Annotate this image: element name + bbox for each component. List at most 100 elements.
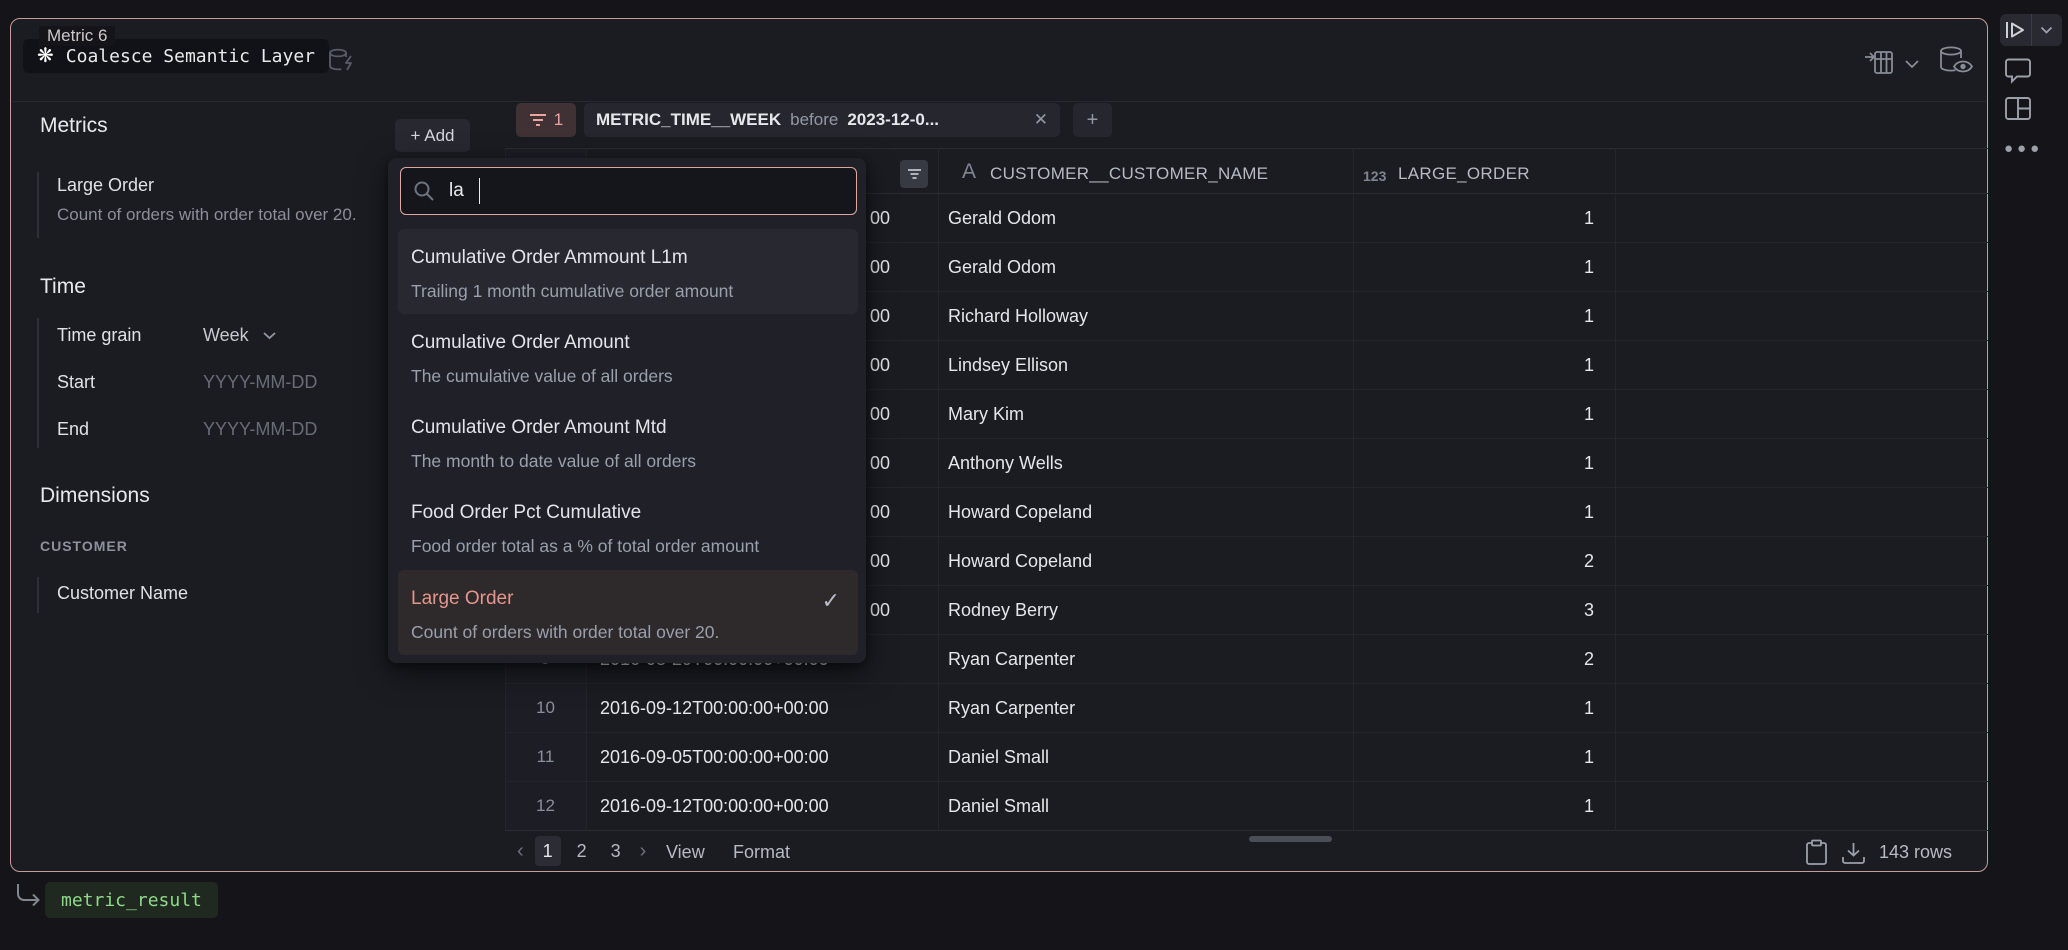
cell-title[interactable]: Metric 6 xyxy=(39,26,115,46)
cell-customer-name: Lindsey Ellison xyxy=(948,341,1068,389)
start-date-input[interactable]: YYYY-MM-DD xyxy=(203,372,317,393)
page-numbers: 123 xyxy=(535,836,629,866)
cell-large-order: 1 xyxy=(1353,390,1594,438)
filter-count-badge[interactable]: 1 xyxy=(516,103,576,137)
time-section-title: Time xyxy=(40,275,86,299)
cell-large-order: 1 xyxy=(1353,243,1594,291)
dropdown-item-title: Cumulative Order Amount xyxy=(411,332,630,354)
dropdown-item-title: Large Order xyxy=(411,588,513,610)
dropdown-item-title: Cumulative Order Ammount L1m xyxy=(411,247,688,269)
row-count: 143 rows xyxy=(1879,842,1952,863)
row-number: 12 xyxy=(505,782,586,830)
view-tab[interactable]: View xyxy=(666,842,705,863)
filter-count: 1 xyxy=(554,110,563,130)
dropdown-item-4[interactable]: Food Order Pct Cumulative Food order tota… xyxy=(398,484,858,569)
cell-large-order: 2 xyxy=(1353,537,1594,585)
data-preview-icon[interactable] xyxy=(1937,45,1975,77)
start-date-label: Start xyxy=(57,372,95,393)
row-number: 10 xyxy=(505,684,586,732)
cell-customer-name: Daniel Small xyxy=(948,782,1049,830)
run-options-chevron-icon[interactable] xyxy=(2032,14,2063,46)
layout-panes-icon[interactable] xyxy=(2004,96,2032,121)
output-table-icon[interactable] xyxy=(1863,49,1895,77)
table-row[interactable]: 12 2016-09-12T00:00:00+00:00 Daniel Small 1 xyxy=(505,782,1988,831)
metric-item-subtitle: Count of orders with order total over 20… xyxy=(57,205,357,225)
dimension-item-customer-name[interactable]: Customer Name xyxy=(57,583,188,604)
more-options-icon[interactable]: ●●● xyxy=(2004,140,2043,157)
table-header-top-border xyxy=(505,148,1988,149)
dropdown-item-3[interactable]: Cumulative Order Amount MtdThe month to … xyxy=(398,399,858,484)
cell-large-order: 1 xyxy=(1353,341,1594,389)
output-variable: metric_result xyxy=(61,890,202,911)
cell-customer-name: Ryan Carpenter xyxy=(948,684,1075,732)
column-header-customer-name[interactable]: CUSTOMER__CUSTOMER_NAME xyxy=(990,164,1268,184)
column-header-large-order[interactable]: LARGE_ORDER xyxy=(1398,164,1530,184)
selected-check-icon: ✓ xyxy=(822,588,840,614)
output-chevron-down-icon[interactable] xyxy=(1904,59,1920,69)
cell-large-order: 1 xyxy=(1353,292,1594,340)
run-cell-button[interactable] xyxy=(2000,14,2062,46)
cell-large-order: 1 xyxy=(1353,733,1594,781)
cell-large-order: 3 xyxy=(1353,586,1594,634)
cell-customer-name: Gerald Odom xyxy=(948,243,1056,291)
metrics-section-title: Metrics xyxy=(40,114,108,138)
time-grain-chevron-icon[interactable] xyxy=(262,331,277,340)
dropdown-item-2[interactable]: Cumulative Order AmountThe cumulative va… xyxy=(398,314,858,399)
cell-customer-name: Richard Holloway xyxy=(948,292,1088,340)
filter-icon xyxy=(529,113,547,127)
time-grain-value[interactable]: Week xyxy=(203,325,249,346)
metric-item-rule xyxy=(37,172,39,238)
cell-metric-time-week: 2016-09-12T00:00:00+00:00 xyxy=(600,782,890,830)
filter-icon xyxy=(907,168,922,180)
cell-metric-time-week: 2016-09-05T00:00:00+00:00 xyxy=(600,733,890,781)
page-prev-icon[interactable]: ‹ xyxy=(514,840,527,863)
dropdown-item-5[interactable]: Large Order Count of orders with order to… xyxy=(398,570,858,655)
text-caret xyxy=(479,178,481,204)
format-tab[interactable]: Format xyxy=(733,842,790,863)
page-number-1[interactable]: 1 xyxy=(535,836,561,866)
table-footer-divider xyxy=(505,830,1988,831)
page-number-3[interactable]: 3 xyxy=(603,836,629,866)
comment-icon[interactable] xyxy=(2004,58,2032,84)
search-input[interactable]: la xyxy=(400,167,857,215)
download-icon[interactable] xyxy=(1841,841,1866,865)
time-grain-label: Time grain xyxy=(57,325,141,346)
table-row[interactable]: 102016-09-12T00:00:00+00:00Ryan Carpente… xyxy=(505,684,1988,733)
filter-operator: before xyxy=(790,110,838,130)
filter-close-icon[interactable]: ✕ xyxy=(1034,110,1048,130)
text-type-icon: A xyxy=(962,160,976,184)
cell-large-order: 1 xyxy=(1353,488,1594,536)
page-number-2[interactable]: 2 xyxy=(569,836,595,866)
dimension-group-label: CUSTOMER xyxy=(40,538,128,554)
search-query: la xyxy=(449,180,464,202)
cell-customer-name: Howard Copeland xyxy=(948,488,1092,536)
cell-large-order: 1 xyxy=(1353,684,1594,732)
dropdown-item-title: Food Order Pct Cumulative xyxy=(411,502,641,524)
dropdown-item-title: Cumulative Order Amount Mtd xyxy=(411,417,667,439)
cell-large-order: 1 xyxy=(1353,782,1594,830)
copy-table-icon[interactable] xyxy=(1805,839,1828,866)
edit-connection-icon[interactable] xyxy=(327,47,357,73)
return-arrow-icon xyxy=(14,882,42,914)
metric-item-title[interactable]: Large Order xyxy=(57,175,154,196)
column-filter-indicator[interactable] xyxy=(900,160,928,188)
add-filter-button[interactable]: + xyxy=(1073,103,1112,137)
cell-customer-name: Ryan Carpenter xyxy=(948,635,1075,683)
filter-chip[interactable]: METRIC_TIME__WEEK before 2023-12-0... ✕ xyxy=(584,103,1060,137)
cell-large-order: 1 xyxy=(1353,194,1594,242)
dropdown-item-subtitle: Food order total as a % of total order a… xyxy=(411,536,759,557)
table-row[interactable]: 112016-09-05T00:00:00+00:00Daniel Small1 xyxy=(505,733,1988,782)
dropdown-item-1[interactable]: Cumulative Order Ammount L1mTrailing 1 m… xyxy=(398,229,858,314)
cell-customer-name: Howard Copeland xyxy=(948,537,1092,585)
cell-customer-name: Mary Kim xyxy=(948,390,1024,438)
pagination: ‹ 123 › xyxy=(514,836,649,866)
page-next-icon[interactable]: › xyxy=(637,840,650,863)
dropdown-item-subtitle: Count of orders with order total over 20… xyxy=(411,622,719,643)
run-icon[interactable] xyxy=(2000,14,2031,46)
header-divider xyxy=(12,101,1986,102)
end-date-input[interactable]: YYYY-MM-DD xyxy=(203,419,317,440)
add-metric-button[interactable]: + Add xyxy=(395,119,470,152)
source-label: Coalesce Semantic Layer xyxy=(66,46,315,67)
horizontal-scrollbar[interactable] xyxy=(1249,836,1332,842)
output-variable-pill[interactable]: metric_result xyxy=(45,882,218,918)
